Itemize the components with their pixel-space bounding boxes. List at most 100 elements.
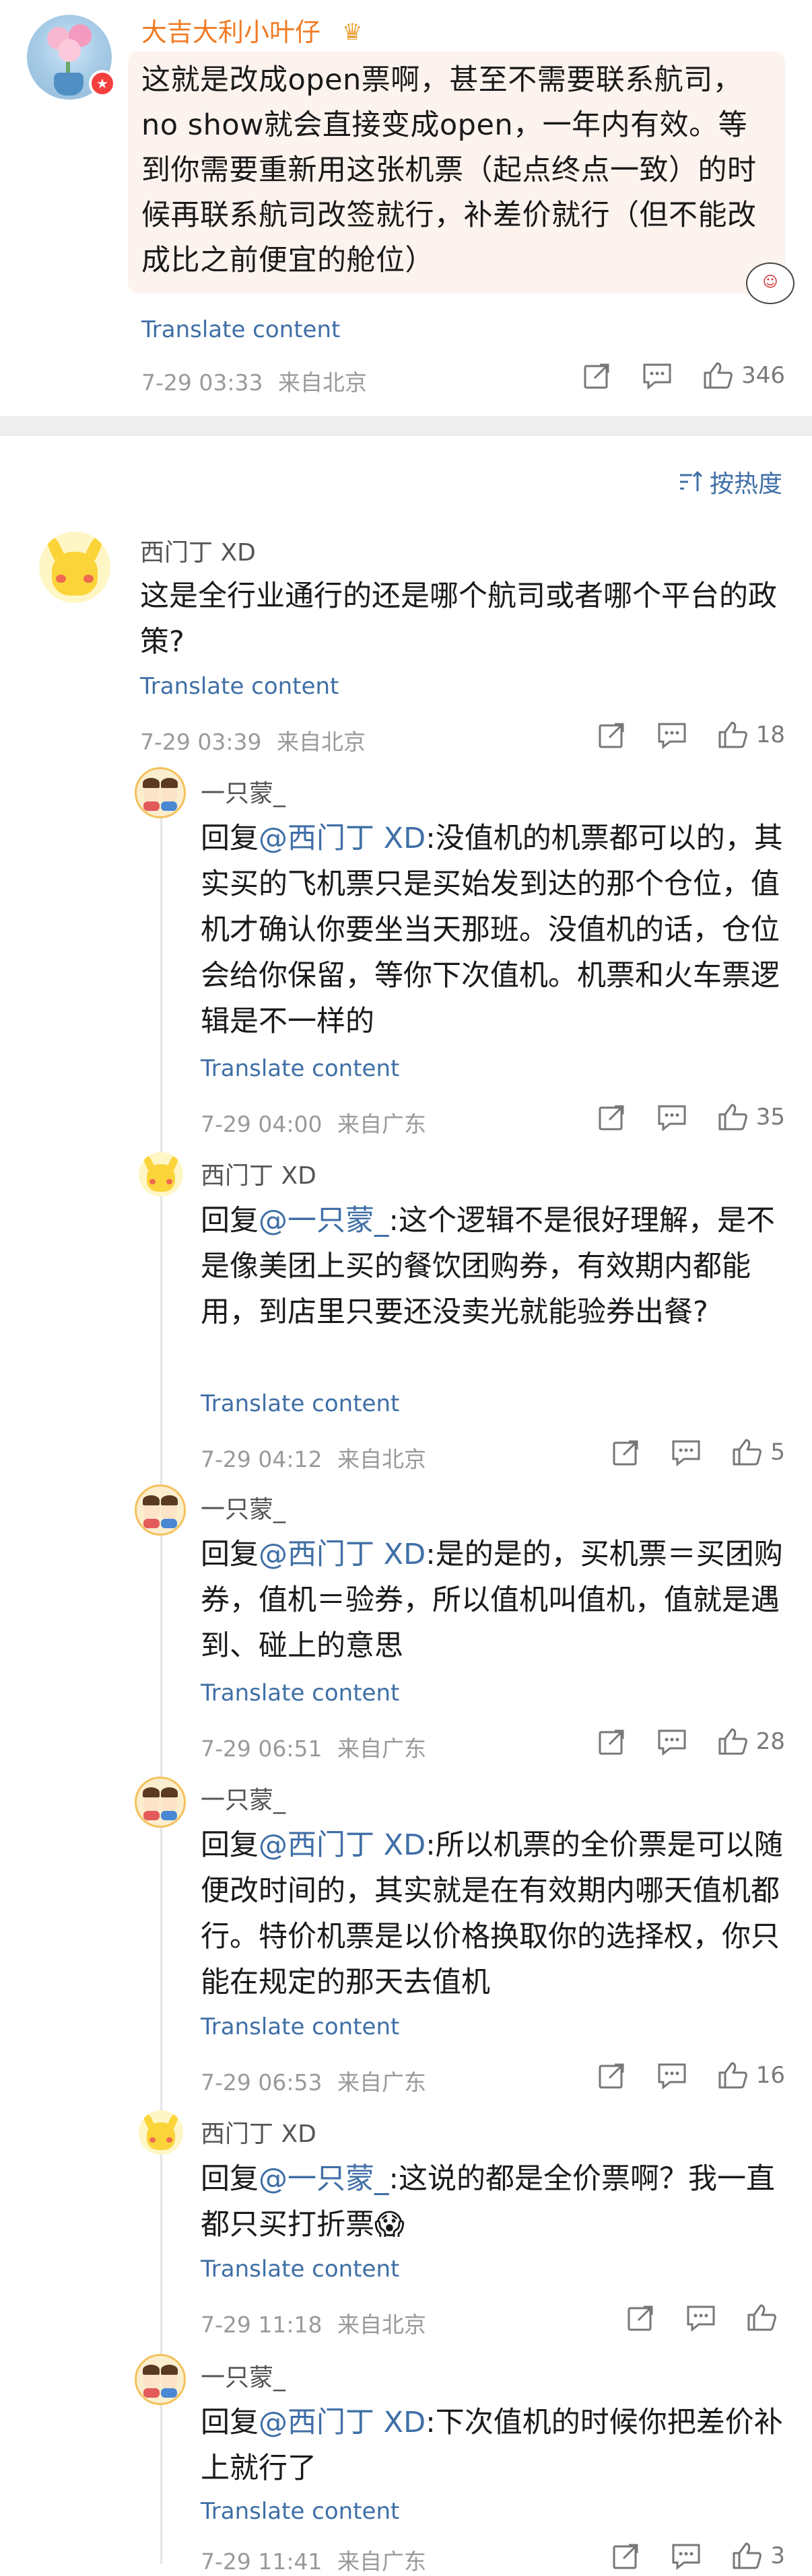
- comment-meta: 7-29 06:53 来自广东: [201, 2065, 426, 2097]
- share-icon: [599, 1729, 624, 1755]
- reply-prefix: 回复: [201, 1828, 259, 1862]
- like-icon: [747, 2304, 776, 2331]
- location: 来自北京: [278, 369, 367, 396]
- comment-meta: 7-29 03:39 来自北京: [140, 724, 366, 756]
- translate-link[interactable]: Translate content: [201, 1055, 399, 1082]
- timestamp: 7-29 03:33: [141, 369, 263, 396]
- avatar[interactable]: [139, 1152, 183, 1196]
- location: 来自广东: [337, 2069, 426, 2096]
- reply-text: 回复@一只蒙_:这个逻辑不是很好理解，是不是像美团上买的餐饮团购券，有效期内都能…: [201, 1198, 786, 1335]
- top-comment: ★ 大吉大利小叶仔 ♛ 这就是改成open票啊，甚至不需要联系航司，no sho…: [0, 0, 812, 436]
- share-button[interactable]: [626, 2303, 656, 2332]
- avatar[interactable]: [135, 1777, 186, 1828]
- avatar[interactable]: [135, 1484, 186, 1536]
- username[interactable]: 一只蒙_: [201, 1490, 285, 1525]
- translate-link[interactable]: Translate content: [201, 2013, 399, 2040]
- thread-line: [160, 814, 162, 2564]
- mention-link[interactable]: @西门丁 XD: [259, 1538, 426, 1571]
- mention-link[interactable]: @西门丁 XD: [259, 822, 426, 855]
- like-button[interactable]: 18: [717, 720, 785, 750]
- like-button[interactable]: 5: [731, 1437, 785, 1467]
- comment-button[interactable]: [642, 361, 673, 390]
- translate-link[interactable]: Translate content: [201, 1390, 399, 1417]
- share-icon: [628, 2305, 653, 2331]
- like-icon: [733, 1439, 762, 1466]
- like-icon: [718, 2062, 747, 2089]
- sort-by-hot-button[interactable]: 按热度: [677, 464, 782, 499]
- comment-meta: 7-29 06:51 来自广东: [201, 1731, 426, 1763]
- comment-button[interactable]: [685, 2303, 716, 2332]
- username[interactable]: 西门丁 XD: [140, 533, 256, 568]
- comment-meta: 7-29 11:18 来自北京: [201, 2307, 426, 2339]
- avatar[interactable]: [39, 532, 110, 603]
- action-bar: 35: [568, 1102, 785, 1132]
- share-button[interactable]: [597, 2061, 627, 2090]
- like-count: 35: [755, 1104, 785, 1131]
- comment-button[interactable]: [671, 2541, 702, 2571]
- mention-link[interactable]: @西门丁 XD: [259, 2406, 426, 2439]
- share-icon: [599, 723, 624, 748]
- translate-link[interactable]: Translate content: [201, 2256, 399, 2283]
- comment-icon: [687, 2305, 715, 2332]
- comment-button[interactable]: [671, 1437, 702, 1467]
- like-button[interactable]: 16: [717, 2061, 785, 2090]
- username[interactable]: 大吉大利小叶仔: [141, 16, 320, 48]
- reply-text: 回复@西门丁 XD:所以机票的全价票是可以随便改时间的，其实就是在有效期内哪天值…: [201, 1822, 786, 2005]
- avatar[interactable]: [135, 2354, 186, 2405]
- comment-button[interactable]: [656, 2061, 687, 2090]
- timestamp: 7-29 11:41: [201, 2548, 323, 2575]
- like-icon: [718, 1728, 747, 1755]
- like-button[interactable]: 35: [717, 1102, 785, 1132]
- reply-text: 回复@西门丁 XD:下次值机的时候你把差价补上就行了: [201, 2400, 786, 2491]
- reply-prefix: 回复: [201, 1204, 259, 1238]
- username[interactable]: 一只蒙_: [201, 2358, 285, 2393]
- username[interactable]: 一只蒙_: [201, 774, 285, 809]
- comment-meta: 7-29 04:12 来自北京: [201, 1441, 426, 1474]
- location: 来自广东: [337, 2548, 426, 2575]
- action-bar: 5: [582, 1437, 785, 1467]
- like-count: 5: [770, 1439, 785, 1466]
- comment-meta: 7-29 11:41 来自广东: [201, 2544, 426, 2576]
- share-button[interactable]: [611, 1437, 641, 1467]
- share-button[interactable]: [597, 1102, 627, 1132]
- translate-link[interactable]: Translate content: [201, 1680, 399, 1707]
- username[interactable]: 一只蒙_: [201, 1781, 285, 1816]
- share-button[interactable]: [597, 720, 627, 750]
- translate-link[interactable]: Translate content: [141, 316, 340, 343]
- comment-button[interactable]: [656, 1102, 687, 1132]
- crown-icon: ♛: [342, 19, 363, 46]
- mention-link[interactable]: @一只蒙_: [259, 1204, 389, 1238]
- like-button[interactable]: [746, 2303, 785, 2332]
- location: 来自广东: [337, 1736, 426, 1762]
- comment-button[interactable]: [656, 1727, 687, 1756]
- mention-link[interactable]: @西门丁 XD: [259, 1828, 426, 1862]
- like-count: 28: [755, 1728, 785, 1755]
- like-button[interactable]: 3: [731, 2541, 785, 2571]
- bubble-sticker: ☺: [746, 262, 794, 304]
- comment-icon: [672, 1440, 700, 1467]
- username[interactable]: 西门丁 XD: [201, 1156, 316, 1191]
- avatar[interactable]: [135, 767, 186, 818]
- like-count: 18: [755, 721, 785, 748]
- like-button[interactable]: 28: [717, 1727, 785, 1756]
- translate-link[interactable]: Translate content: [140, 673, 339, 700]
- translate-link[interactable]: Translate content: [201, 2498, 399, 2525]
- location: 来自北京: [277, 729, 366, 755]
- comment-text: 这就是改成open票啊，甚至不需要联系航司，no show就会直接变成open，…: [141, 63, 757, 277]
- share-button[interactable]: [597, 1727, 627, 1756]
- avatar[interactable]: [139, 2110, 183, 2155]
- username[interactable]: 西门丁 XD: [201, 2114, 316, 2149]
- timestamp: 7-29 04:12: [201, 1446, 323, 1472]
- sort-label: 按热度: [709, 470, 782, 498]
- comment-button[interactable]: [656, 720, 687, 750]
- vip-badge-icon: ★: [89, 70, 116, 97]
- action-bar: 346: [553, 361, 785, 390]
- share-button[interactable]: [582, 361, 612, 390]
- comment-meta: 7-29 04:00 来自广东: [201, 1106, 426, 1139]
- action-bar: 3: [582, 2541, 785, 2571]
- share-button[interactable]: [611, 2541, 641, 2571]
- like-button[interactable]: 346: [702, 361, 785, 390]
- mention-link[interactable]: @一只蒙_: [259, 2162, 389, 2196]
- comment-icon: [672, 2544, 700, 2571]
- reply-text: 回复@一只蒙_:这说的都是全价票啊？我一直都只买打折票😱: [201, 2156, 786, 2248]
